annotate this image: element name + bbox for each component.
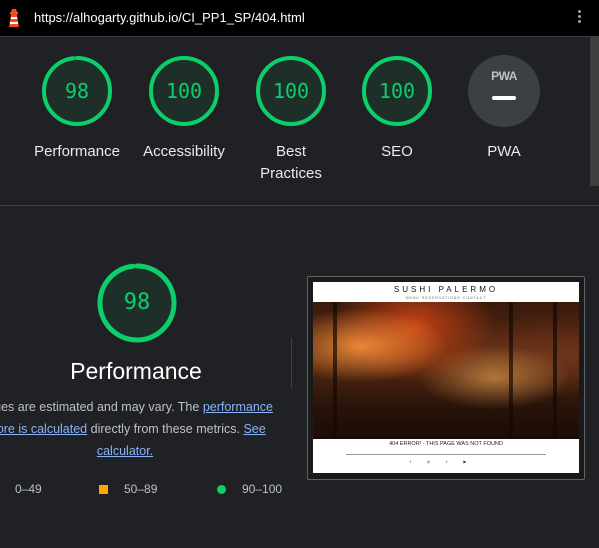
gauge-score: 98: [64, 79, 90, 103]
page-url[interactable]: https://alhogarty.github.io/CI_PP1_SP/40…: [34, 10, 305, 25]
gauge-score: 100: [165, 79, 203, 103]
lighthouse-icon: [9, 9, 19, 27]
gauge-label: Performance: [34, 143, 120, 160]
screenshot-thumbnail: SUSHI PALERMO MENU RESERVATIONS CONTACT …: [313, 282, 579, 473]
social-icons: f◎t▶: [313, 459, 579, 464]
hero-detail: [333, 302, 337, 439]
description-text: Values are estimated and may vary. The: [0, 400, 200, 414]
gauge-label: Accessibility: [143, 143, 225, 160]
hero-image: [313, 302, 579, 439]
gauge-score: 100: [272, 79, 310, 103]
twitter-icon: t: [446, 459, 464, 464]
description-text: directly from these metrics.: [87, 422, 244, 436]
scrollbar-thumb[interactable]: [590, 36, 599, 186]
vertical-divider: [291, 338, 292, 388]
final-screenshot[interactable]: SUSHI PALERMO MENU RESERVATIONS CONTACT …: [307, 276, 585, 480]
gauge-score: 100: [378, 79, 416, 103]
pass-circle-icon: [217, 485, 226, 495]
hero-detail: [509, 302, 513, 439]
screenshot-nav: MENU RESERVATIONS CONTACT: [405, 296, 487, 300]
hero-detail: [553, 302, 557, 439]
performance-gauge: 98: [96, 262, 178, 344]
gauge-seo[interactable]: 100 SEO: [342, 55, 452, 163]
gauge-performance[interactable]: 98 Performance: [22, 55, 132, 163]
gauge-label: SEO: [381, 143, 413, 160]
performance-description: Values are estimated and may vary. The p…: [0, 396, 290, 462]
gauge-label: Best Practices: [260, 143, 322, 182]
legend-range: 50–89: [124, 482, 158, 496]
category-summary: 98 Performance 100 Accessibility 100 Bes…: [0, 37, 590, 205]
gauge-label: PWA: [487, 143, 521, 160]
gauge-best-practices[interactable]: 100 Best Practices: [236, 55, 346, 185]
screenshot-error-message: 404 ERROR! - THIS PAGE WAS NOT FOUND: [389, 441, 503, 447]
more-vert-icon[interactable]: [572, 8, 586, 28]
instagram-icon: ◎: [426, 459, 447, 464]
youtube-icon: ▶: [463, 459, 483, 464]
legend-range: 0–49: [15, 482, 42, 496]
legend-pass: 90–100: [217, 482, 282, 496]
screenshot-divider: [346, 454, 546, 455]
average-square-icon: [99, 485, 108, 495]
facebook-icon: f: [409, 459, 427, 464]
performance-score: 98: [123, 290, 151, 315]
legend-fail: 0–49: [0, 482, 42, 496]
legend-range: 90–100: [242, 482, 283, 496]
performance-section: 98 Performance Values are estimated and …: [0, 206, 599, 548]
pwa-dash-icon: [492, 96, 516, 100]
performance-title: Performance: [70, 358, 202, 384]
legend-average: 50–89: [99, 482, 157, 496]
gauge-pwa[interactable]: PWA PWA: [449, 55, 559, 163]
browser-top-bar: https://alhogarty.github.io/CI_PP1_SP/40…: [0, 0, 599, 37]
pwa-badge-icon: PWA: [468, 55, 540, 127]
screenshot-brand: SUSHI PALERMO: [393, 285, 499, 294]
gauge-accessibility[interactable]: 100 Accessibility: [129, 55, 239, 163]
pwa-badge-text: PWA: [491, 69, 517, 83]
